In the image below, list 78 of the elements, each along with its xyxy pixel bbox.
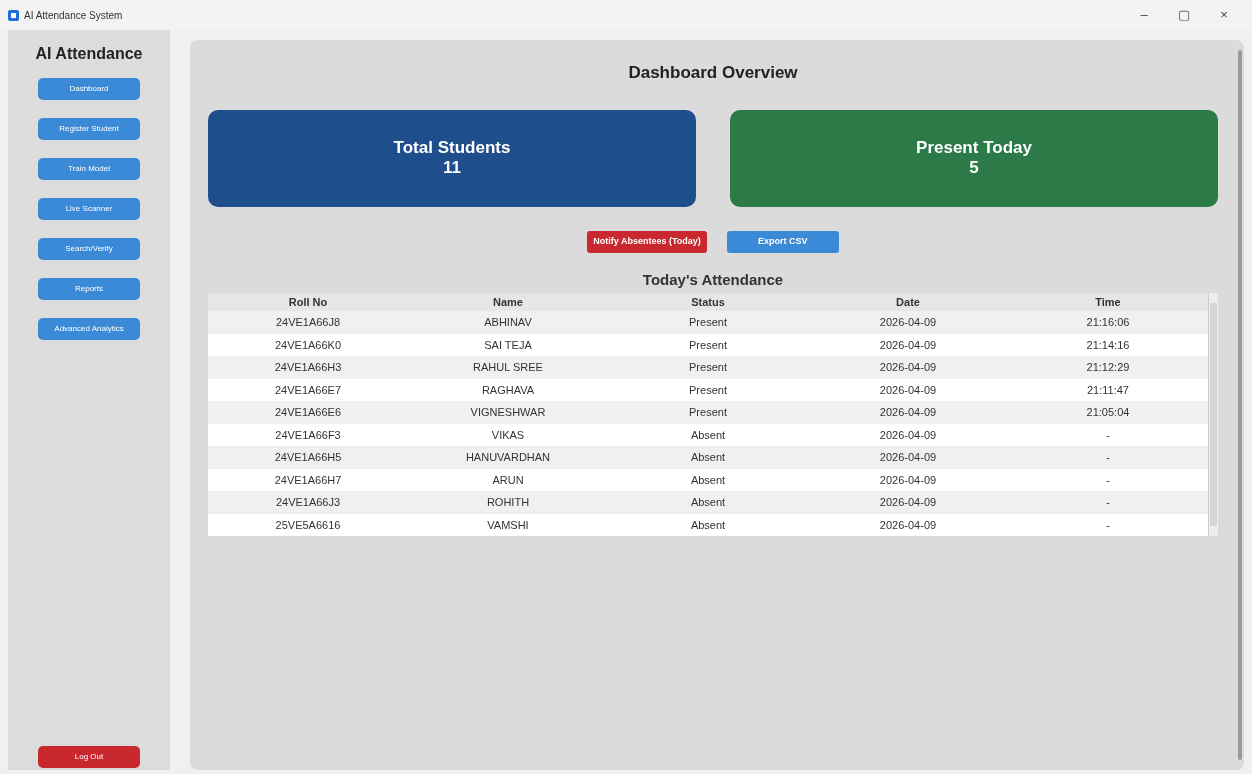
nav-button[interactable]: Register Student (38, 118, 140, 140)
table-cell-text: Absent (689, 517, 727, 533)
table-cell-text: 24VE1A66E7 (273, 382, 343, 398)
table-cell: 24VE1A66J8 (208, 311, 408, 334)
table-cell-text: VAMSHI (486, 517, 530, 533)
nav-button[interactable]: Search/Verify (38, 238, 140, 260)
table-cell-text: 2026-04-09 (878, 472, 938, 488)
page-title: Dashboard Overview (627, 62, 799, 84)
stat-value: 5 (969, 158, 979, 179)
table-cell-text: 21:11:47 (1086, 382, 1130, 398)
nav-button[interactable]: Reports (38, 278, 140, 300)
table-cell-text: VIKAS (490, 427, 526, 443)
table-cell: Present (608, 311, 808, 334)
table-cell: 2026-04-09 (808, 446, 1008, 469)
table-cell: 24VE1A66H3 (208, 356, 408, 379)
nav-button[interactable]: Train Model (38, 158, 140, 180)
export-button[interactable]: Export CSV (726, 230, 839, 253)
stat-label: Present Today (916, 137, 1032, 158)
table-cell: HANUVARDHAN (408, 446, 608, 469)
column-header: Status (608, 293, 808, 311)
close-button[interactable]: × (1204, 5, 1244, 25)
table-cell: Absent (608, 446, 808, 469)
table-cell: Absent (608, 491, 808, 514)
table-cell-text: 24VE1A66K0 (273, 337, 343, 353)
table-cell: 24VE1A66H5 (208, 446, 408, 469)
table-cell-text: Present (688, 382, 728, 398)
table-cell: 24VE1A66J3 (208, 491, 408, 514)
table-cell: - (1008, 491, 1208, 514)
table-cell-text: 2026-04-09 (878, 382, 938, 398)
table-cell: 2026-04-09 (808, 491, 1008, 514)
maximize-button[interactable]: ▢ (1164, 5, 1204, 25)
table-cell-text: - (1105, 427, 1111, 443)
table-cell-text: 25VE5A6616 (274, 517, 342, 533)
table-cell: Present (608, 401, 808, 424)
nav-button[interactable]: Advanced Analytics (38, 318, 140, 340)
column-header: Name (408, 293, 608, 311)
table-cell-text: - (1105, 472, 1111, 488)
table-cell: 2026-04-09 (808, 401, 1008, 424)
logout-button[interactable]: Log Out (38, 746, 140, 768)
window-title: AI Attendance System (24, 8, 123, 23)
table-cell: 2026-04-09 (808, 356, 1008, 379)
table-cell-text: Absent (689, 427, 727, 443)
column-header: Time (1008, 293, 1208, 311)
table-cell: Present (608, 356, 808, 379)
table-cell: RAHUL SREE (408, 356, 608, 379)
table-cell: 21:05:04 (1008, 401, 1208, 424)
table-cell-text: 2026-04-09 (878, 337, 938, 353)
table-cell: VIGNESHWAR (408, 401, 608, 424)
stat-value: 11 (443, 158, 461, 179)
table-cell-text: 24VE1A66F3 (274, 427, 342, 443)
table-cell-text: 2026-04-09 (878, 517, 938, 533)
nav-button[interactable]: Dashboard (38, 78, 140, 100)
table-title: Today's Attendance (641, 269, 785, 290)
table-cell: 21:16:06 (1008, 311, 1208, 334)
table-cell: ABHINAV (408, 311, 608, 334)
stat-label: Total Students (393, 137, 511, 158)
minimize-button[interactable]: – (1124, 5, 1164, 25)
table-cell: 24VE1A66E6 (208, 401, 408, 424)
sidebar-title: AI Attendance (35, 44, 143, 64)
column-header: Date (808, 293, 1008, 311)
table-cell-text: RAGHAVA (480, 382, 536, 398)
table-cell: 21:12:29 (1008, 356, 1208, 379)
notify-button[interactable]: Notify Absentees (Today) (587, 230, 707, 253)
table-cell: - (1008, 446, 1208, 469)
table-cell-text: SAI TEJA (483, 337, 533, 353)
table-cell-text: Absent (689, 472, 727, 488)
nav-button[interactable]: Live Scanner (38, 198, 140, 220)
table-cell: ROHITH (408, 491, 608, 514)
column-header: Roll No (208, 293, 408, 311)
table-cell-text: 24VE1A66H7 (273, 472, 343, 488)
table-cell-text: 21:14:16 (1085, 337, 1131, 353)
table-cell-text: 2026-04-09 (878, 427, 938, 443)
app-icon (8, 9, 19, 21)
table-cell-text: Present (688, 337, 728, 353)
scrollbar[interactable] (1208, 293, 1218, 536)
table-cell: 2026-04-09 (808, 311, 1008, 334)
table-cell-text: - (1105, 517, 1111, 533)
table-cell-text: ARUN (491, 472, 525, 488)
